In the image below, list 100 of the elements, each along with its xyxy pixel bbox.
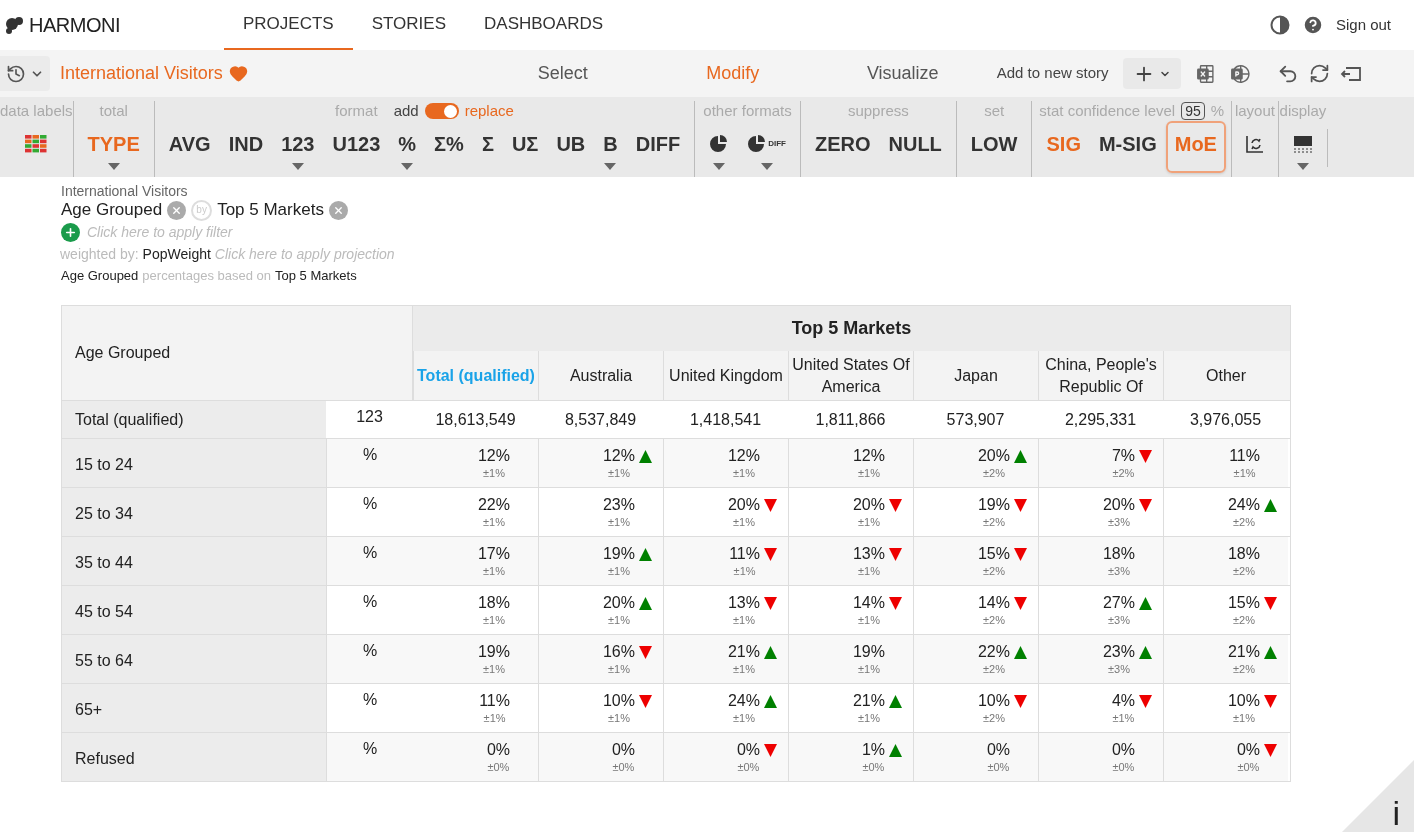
margin-of-error: ±1%: [608, 466, 630, 480]
toolbar-button[interactable]: UB: [547, 121, 595, 173]
percent-value: 23%: [602, 495, 635, 515]
powerpoint-icon[interactable]: [1228, 62, 1251, 85]
columns-variable[interactable]: Top 5 Markets: [217, 199, 324, 221]
percent-value: 20%: [1102, 495, 1135, 515]
toolbar-button[interactable]: M-SIG: [1089, 121, 1166, 173]
margin-of-error: ±1%: [858, 711, 880, 725]
column-header: Total (qualified): [413, 351, 538, 400]
percent-value: 13%: [727, 593, 760, 613]
percent-value: 12%: [852, 446, 885, 466]
heart-icon[interactable]: [228, 64, 248, 83]
toolbar-button[interactable]: UΣ: [502, 121, 548, 173]
margin-of-error: ±3%: [1108, 564, 1130, 578]
margin-of-error: ±1%: [608, 613, 630, 627]
toolbar-button[interactable]: DIFF: [738, 121, 795, 173]
nav-tab[interactable]: STORIES: [352, 0, 465, 50]
toolbar-button[interactable]: IND: [219, 121, 273, 173]
percent-value: 10%: [977, 691, 1010, 711]
caret-icon: [1296, 163, 1309, 170]
percent-value: 18%: [1227, 544, 1260, 564]
unit-cell: %: [326, 537, 413, 585]
column-header: China, People's Republic Of: [1038, 351, 1163, 400]
margin-of-error: ±1%: [483, 564, 505, 578]
margin-of-error: ±2%: [983, 515, 1005, 529]
margin-of-error: ±2%: [983, 466, 1005, 480]
percent-value: 0%: [736, 740, 760, 760]
excel-icon[interactable]: [1194, 62, 1217, 85]
margin-of-error: ±0%: [1112, 760, 1135, 774]
help-icon[interactable]: [1301, 14, 1324, 36]
toolbar-button[interactable]: NULL: [879, 121, 951, 173]
refresh-icon[interactable]: [1308, 63, 1330, 84]
percent-value: 13%: [852, 544, 885, 564]
step-tab[interactable]: Select: [477, 60, 648, 87]
layout-swap-icon: [1245, 135, 1264, 153]
toolbar-button[interactable]: B: [594, 121, 627, 173]
percent-value: 4%: [1111, 691, 1135, 711]
step-tab[interactable]: Visualize: [817, 60, 988, 87]
row-label: 35 to 44: [62, 537, 326, 585]
toggle-switch[interactable]: [424, 103, 459, 119]
unit-cell: %: [326, 733, 413, 781]
weight-label: weighted by:: [60, 245, 139, 264]
history-button[interactable]: [0, 56, 50, 91]
margin-of-error: ±1%: [483, 613, 505, 627]
toolbar-button[interactable]: 123: [272, 121, 324, 173]
info-corner[interactable]: i: [1342, 760, 1414, 832]
toolbar-button[interactable]: U123: [323, 121, 390, 173]
add-button[interactable]: [1122, 58, 1181, 89]
add-label: add: [393, 100, 419, 121]
percent-value: 0%: [611, 740, 635, 760]
pie-chart-icon: [747, 135, 768, 153]
group-label: total: [99, 100, 128, 121]
percent-value: 0%: [986, 740, 1010, 760]
percent-value: 19%: [602, 544, 635, 564]
margin-of-error: ±0%: [612, 760, 635, 774]
percent-value: 14%: [977, 593, 1010, 613]
toolbar-button[interactable]: AVG: [159, 121, 220, 173]
percent-value: 19%: [477, 642, 510, 662]
margin-of-error: ±1%: [858, 515, 880, 529]
percent-value: 11%: [729, 544, 760, 564]
sign-out-link[interactable]: Sign out: [1335, 13, 1391, 37]
percent-value: 10%: [602, 691, 635, 711]
margin-of-error: ±0%: [1237, 760, 1260, 774]
percent-value: 23%: [1102, 642, 1135, 662]
margin-of-error: ±1%: [608, 515, 630, 529]
margin-of-error: ±1%: [858, 466, 880, 480]
toolbar-button[interactable]: LOW: [961, 121, 1027, 173]
percent-value: 19%: [852, 642, 885, 662]
caret-icon: [401, 163, 414, 170]
percent-value: 16%: [602, 642, 635, 662]
margin-of-error: ±0%: [987, 760, 1010, 774]
percent-value: 18%: [1102, 544, 1135, 564]
unit-cell: %: [326, 635, 413, 683]
column-header: Japan: [913, 351, 1038, 400]
percent-value: 21%: [1227, 642, 1260, 662]
rows-variable[interactable]: Age Grouped: [61, 199, 163, 221]
percent-value: 22%: [977, 642, 1010, 662]
display-table-icon: [1292, 135, 1313, 153]
toolbar-button[interactable]: DIFF: [626, 121, 690, 173]
percent-value: 11%: [479, 691, 510, 711]
contrast-icon[interactable]: [1269, 15, 1290, 35]
confidence-field[interactable]: 95: [1181, 102, 1205, 120]
nav-tab[interactable]: DASHBOARDS: [465, 0, 623, 50]
banner-header: Top 5 Markets: [413, 306, 1290, 351]
percent-value: 20%: [977, 446, 1010, 466]
plus-icon: [64, 225, 77, 239]
margin-of-error: ±1%: [858, 613, 880, 627]
group-label: format: [335, 100, 378, 121]
toolbar-button[interactable]: Σ: [472, 121, 503, 173]
margin-of-error: ±2%: [983, 613, 1005, 627]
percent-value: 0%: [1111, 740, 1135, 760]
replace-label: replace: [464, 100, 514, 121]
margin-of-error: ±2%: [983, 564, 1005, 578]
toolbar-button[interactable]: ZERO: [805, 121, 880, 173]
toolbar-button[interactable]: Σ%: [425, 121, 473, 173]
weight-variable[interactable]: PopWeight: [142, 243, 211, 265]
percent-value: 20%: [852, 495, 885, 515]
add-filter-icon[interactable]: [61, 222, 80, 242]
margin-of-error: ±0%: [737, 760, 760, 774]
toolbar-button[interactable]: %: [389, 121, 426, 173]
